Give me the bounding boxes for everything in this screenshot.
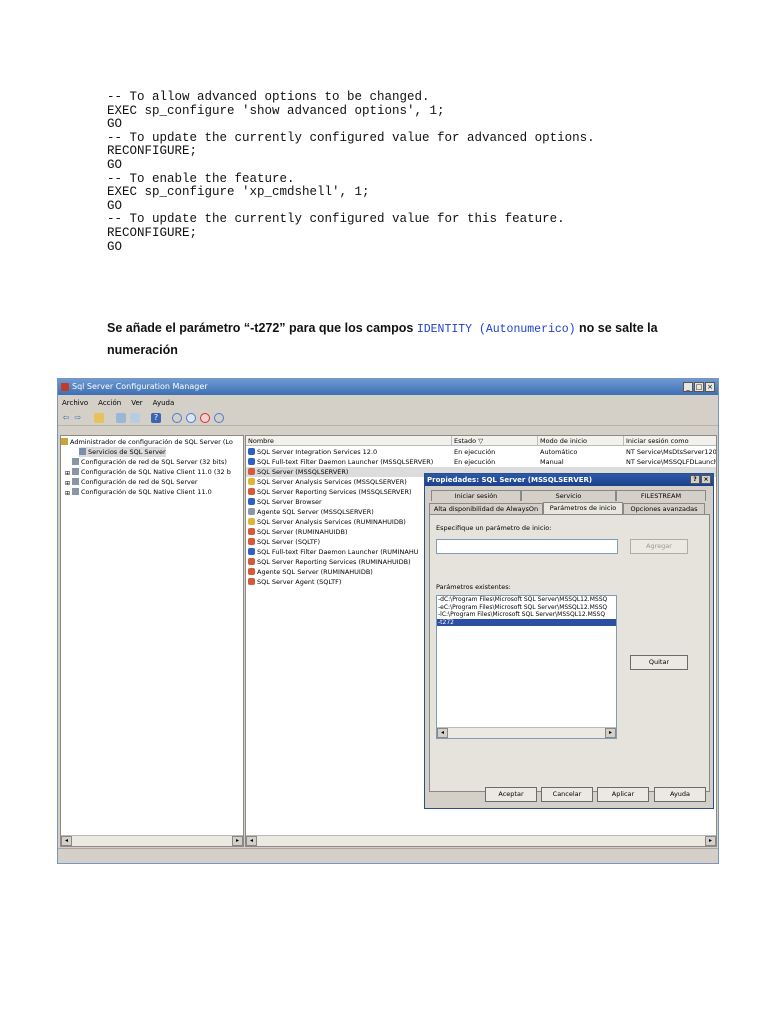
tab-advanced[interactable]: Opciones avanzadas bbox=[623, 503, 705, 514]
pause-service-icon[interactable] bbox=[186, 413, 196, 423]
service-icon bbox=[248, 448, 255, 455]
export-icon[interactable] bbox=[130, 413, 140, 423]
tab-alwayson[interactable]: Alta disponibilidad de AlwaysOn bbox=[429, 503, 543, 514]
properties-dialog: Propiedades: SQL Server (MSSQLSERVER) ? … bbox=[424, 473, 714, 809]
expand-icon[interactable]: ⊞ bbox=[65, 469, 70, 477]
list-item[interactable]: -lC:\Program Files\Microsoft SQL Server\… bbox=[437, 611, 616, 619]
apply-button[interactable]: Aplicar bbox=[597, 787, 649, 802]
tree-item-network[interactable]: ⊞ Configuración de red de SQL Server bbox=[65, 477, 198, 487]
dialog-help-button[interactable]: ? bbox=[690, 475, 700, 484]
forward-arrow-icon[interactable]: ⇨ bbox=[73, 413, 83, 423]
add-button[interactable]: Agregar bbox=[630, 539, 688, 554]
list-item[interactable]: -dC:\Program Files\Microsoft SQL Server\… bbox=[437, 596, 616, 604]
identity-keyword: IDENTITY (Autonumerico) bbox=[416, 323, 576, 336]
scroll-left-icon[interactable]: ◂ bbox=[61, 836, 72, 846]
restart-service-icon[interactable] bbox=[214, 413, 224, 423]
config-manager-window: Sql Server Configuration Manager _ □ × A… bbox=[57, 378, 719, 864]
scroll-right-icon[interactable]: ▸ bbox=[705, 836, 716, 846]
dialog-title: Propiedades: SQL Server (MSSQLSERVER) ? … bbox=[425, 474, 713, 486]
menu-ver[interactable]: Ver bbox=[131, 397, 142, 409]
scroll-right-icon[interactable]: ▸ bbox=[605, 728, 616, 738]
start-service-icon[interactable] bbox=[172, 413, 182, 423]
window-title: Sql Server Configuration Manager bbox=[72, 382, 208, 391]
manager-icon bbox=[61, 438, 68, 445]
minimize-button[interactable]: _ bbox=[683, 382, 693, 392]
tab-service[interactable]: Servicio bbox=[521, 490, 616, 501]
status-bar bbox=[58, 848, 718, 863]
menu-accion[interactable]: Acción bbox=[98, 397, 121, 409]
window-titlebar: Sql Server Configuration Manager _ □ × bbox=[58, 379, 718, 395]
service-icon bbox=[248, 548, 255, 555]
scroll-right-icon[interactable]: ▸ bbox=[232, 836, 243, 846]
tree-item-native-client[interactable]: ⊞ Configuración de SQL Native Client 11.0 bbox=[65, 487, 212, 497]
back-arrow-icon[interactable]: ⇦ bbox=[61, 413, 71, 423]
expand-icon[interactable]: ⊞ bbox=[65, 479, 70, 487]
sort-down-icon: ▽ bbox=[478, 437, 484, 445]
help-icon[interactable]: ? bbox=[151, 413, 161, 423]
stop-service-icon[interactable] bbox=[200, 413, 210, 423]
service-icon bbox=[248, 538, 255, 545]
tree-pane: Administrador de configuración de SQL Se… bbox=[60, 435, 244, 847]
menu-ayuda[interactable]: Ayuda bbox=[153, 397, 175, 409]
app-icon bbox=[61, 383, 69, 391]
client-icon bbox=[72, 488, 79, 495]
close-button[interactable]: × bbox=[705, 382, 715, 392]
params-scrollbar[interactable]: ◂ ▸ bbox=[437, 727, 616, 738]
service-icon bbox=[248, 508, 255, 515]
parameter-input[interactable] bbox=[436, 539, 618, 554]
tree-item-services[interactable]: Servicios de SQL Server bbox=[79, 447, 166, 457]
network-icon bbox=[72, 478, 79, 485]
tree-scrollbar[interactable]: ◂ ▸ bbox=[61, 835, 243, 846]
existing-params-list[interactable]: -dC:\Program Files\Microsoft SQL Server\… bbox=[436, 595, 617, 739]
list-scrollbar[interactable]: ◂ ▸ bbox=[246, 835, 716, 846]
service-icon bbox=[248, 498, 255, 505]
scroll-left-icon[interactable]: ◂ bbox=[246, 836, 257, 846]
tree-item-network-32[interactable]: Configuración de red de SQL Server (32 b… bbox=[65, 457, 227, 467]
cancel-button[interactable]: Cancelar bbox=[541, 787, 593, 802]
tree-root[interactable]: Administrador de configuración de SQL Se… bbox=[61, 437, 233, 447]
menu-archivo[interactable]: Archivo bbox=[62, 397, 88, 409]
dialog-close-button[interactable]: × bbox=[701, 475, 711, 484]
service-icon bbox=[248, 578, 255, 585]
client-icon bbox=[72, 468, 79, 475]
scroll-left-icon[interactable]: ◂ bbox=[437, 728, 448, 738]
tab-login[interactable]: Iniciar sesión bbox=[431, 490, 521, 501]
remove-button[interactable]: Quitar bbox=[630, 655, 688, 670]
tree-item-native-client-32[interactable]: ⊞ Configuración de SQL Native Client 11.0… bbox=[65, 467, 231, 477]
list-item[interactable]: -eC:\Program Files\Microsoft SQL Server\… bbox=[437, 604, 616, 612]
service-icon bbox=[248, 568, 255, 575]
service-icon bbox=[248, 488, 255, 495]
service-icon bbox=[248, 478, 255, 485]
spec-label: Especifique un parámetro de inicio: bbox=[436, 524, 552, 532]
service-icon bbox=[248, 458, 255, 465]
sql-code-block: -- To allow advanced options to be chang… bbox=[107, 90, 595, 254]
column-header-name[interactable]: Nombre bbox=[246, 436, 452, 446]
service-icon bbox=[248, 518, 255, 525]
properties-icon[interactable] bbox=[116, 413, 126, 423]
startup-parameters-page: Especifique un parámetro de inicio: Agre… bbox=[429, 514, 710, 792]
list-item-selected[interactable]: -t272 bbox=[437, 618, 616, 626]
column-header-login[interactable]: Iniciar sesión como bbox=[624, 436, 716, 446]
ok-button[interactable]: Aceptar bbox=[485, 787, 537, 802]
toolbar: ⇦ ⇨ ? bbox=[58, 410, 718, 426]
expand-icon[interactable]: ⊞ bbox=[65, 489, 70, 497]
service-icon bbox=[248, 558, 255, 565]
menu-bar: Archivo Acción Ver Ayuda bbox=[58, 397, 718, 409]
service-icon bbox=[248, 528, 255, 535]
table-row[interactable]: SQL Full-text Filter Daemon Launcher (MS… bbox=[246, 457, 716, 467]
service-icon bbox=[248, 468, 255, 475]
maximize-button[interactable]: □ bbox=[694, 382, 704, 392]
column-header-start-mode[interactable]: Modo de inicio bbox=[538, 436, 624, 446]
network-icon bbox=[72, 458, 79, 465]
services-icon bbox=[79, 448, 86, 455]
explanation-paragraph: Se añade el parámetro “-t272” para que l… bbox=[107, 321, 658, 357]
help-button[interactable]: Ayuda bbox=[654, 787, 706, 802]
existing-label: Parámetros existentes: bbox=[436, 583, 511, 591]
table-row[interactable]: SQL Server Integration Services 12.0 En e… bbox=[246, 447, 716, 457]
column-header-state[interactable]: Estado ▽ bbox=[452, 436, 538, 446]
up-folder-icon[interactable] bbox=[94, 413, 104, 423]
tab-filestream[interactable]: FILESTREAM bbox=[616, 490, 706, 501]
